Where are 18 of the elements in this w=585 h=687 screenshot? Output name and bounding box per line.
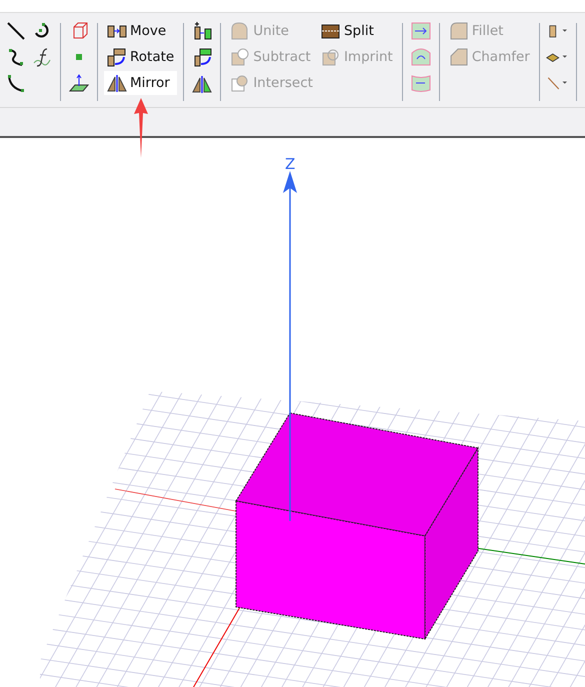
line-icon[interactable] — [6, 21, 26, 41]
mirror-icon[interactable] — [107, 73, 127, 93]
spline-icon[interactable] — [6, 47, 26, 67]
rotate-icon[interactable] — [107, 47, 127, 67]
sweep-along-vector-icon[interactable] — [410, 21, 431, 41]
sweep-along-path-icon[interactable] — [410, 73, 431, 93]
command-button[interactable]: Split — [318, 19, 396, 43]
duplicate-mirror-icon[interactable] — [192, 73, 212, 93]
sweep-around-axis-icon[interactable] — [410, 47, 431, 67]
arc-icon[interactable] — [6, 73, 26, 93]
duplicate-move-icon[interactable] — [192, 21, 212, 41]
command-button[interactable]: Mirror — [104, 71, 178, 95]
axis-label: Z — [285, 155, 296, 173]
command-button[interactable]: Rotate — [104, 45, 178, 69]
plane-icon[interactable] — [69, 73, 89, 93]
command-button[interactable]: Move — [104, 19, 178, 43]
equation-curve-icon[interactable] — [32, 47, 52, 67]
duplicate-rotate-icon[interactable] — [192, 47, 212, 67]
